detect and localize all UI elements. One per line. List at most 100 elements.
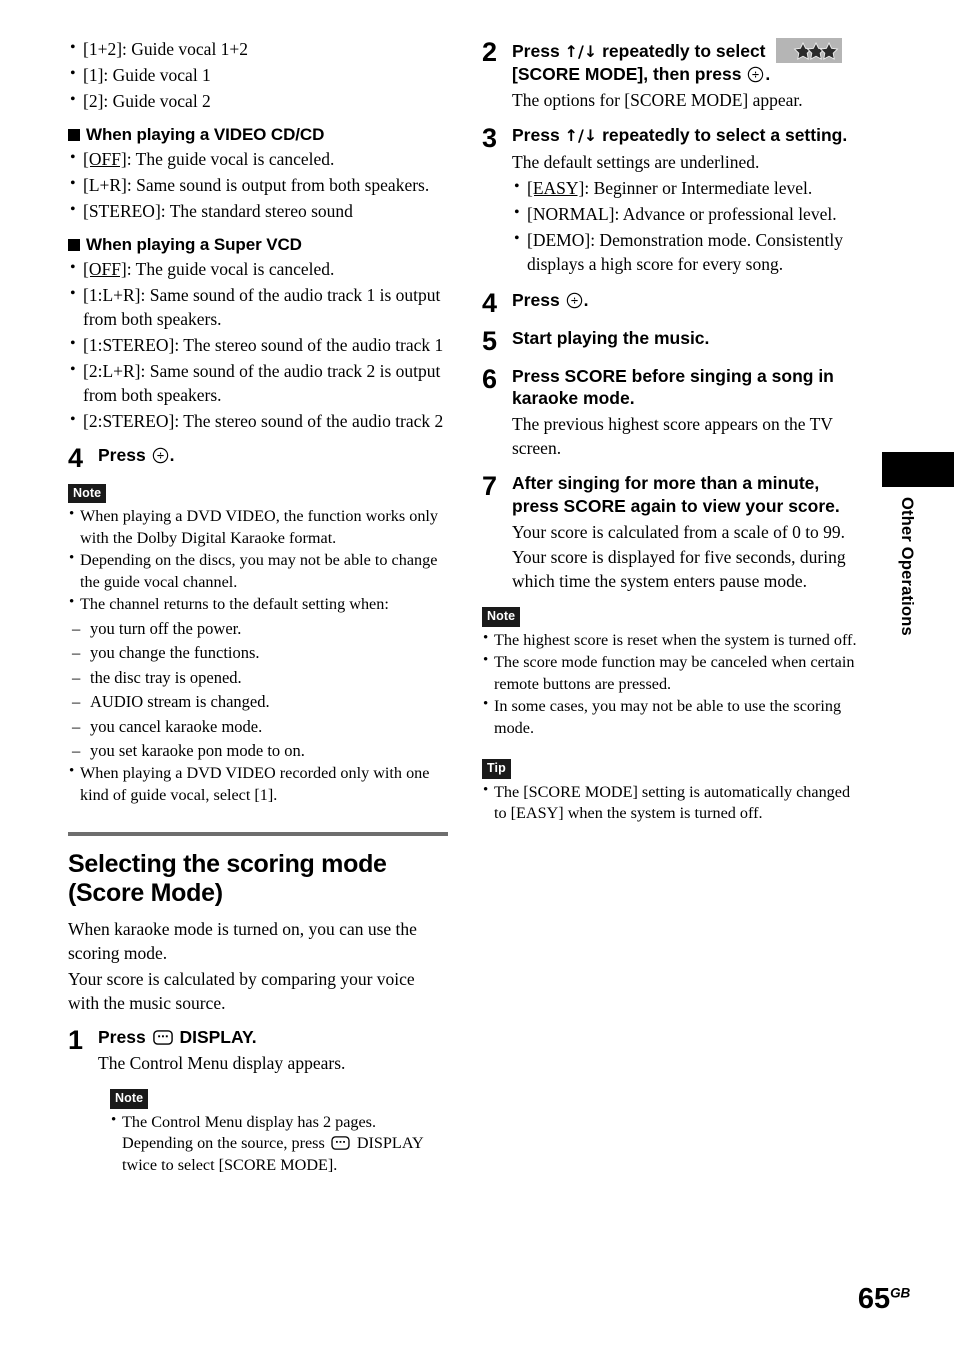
step-title-text: Press [512,41,560,61]
step-title-text: Press [98,444,146,465]
note-sub-items-list: you turn off the power. you change the f… [68,617,448,763]
intro-paragraph-2: Your score is calculated by comparing yo… [68,968,415,1013]
tip-badge: Tip [482,759,511,779]
step-4-right: 4 Press . [482,289,864,317]
step-title-suffix: . [765,64,771,84]
list-item: [1+2]: Guide vocal 1+2 [68,37,448,62]
note-badge: Note [110,1089,149,1109]
left-column: [1+2]: Guide vocal 1+2 [1]: Guide vocal … [68,37,448,1177]
step-5: 5 Start playing the music. [482,327,864,355]
section-divider [68,832,448,837]
note-items-list-tail: When playing a DVD VIDEO recorded only w… [68,762,448,806]
list-item: The highest score is reset when the syst… [482,629,864,652]
step-description: Your score is calculated from a scale of… [512,522,846,592]
step-4-left: 4 Press . [68,444,448,472]
list-item: [DEMO]: Demonstration mode. Consistently… [512,228,864,277]
step-title: Start playing the music. [512,327,710,348]
option-key: [1:STEREO] [83,334,175,355]
step-description: The Control Menu display appears. [98,1053,346,1074]
enter-button-icon [566,292,583,309]
list-item: you cancel karaoke mode. [68,715,448,739]
step-title-suffix: DISPLAY. [179,1026,257,1047]
list-item: [STEREO]: The standard stereo sound [68,199,448,224]
step-number: 4 [482,287,498,318]
step-6: 6 Press SCORE before singing a song in k… [482,365,864,463]
subheading-super-vcd: When playing a Super VCD [68,235,448,255]
up-down-arrows-icon: ↑/↓ [564,126,598,146]
list-item: [1:L+R]: Same sound of the audio track 1… [68,283,448,332]
option-text: : Advance or professional level. [614,203,837,224]
subheading-video-cd: When playing a VIDEO CD/CD [68,125,448,145]
step-description: The default settings are underlined. [EA… [512,151,864,277]
option-text: : The standard stereo sound [160,200,353,221]
step-title: Press ↑/↓ repeatedly to select [SCORE MO… [512,38,864,85]
step-number: 5 [482,325,498,356]
list-item: AUDIO stream is changed. [68,690,448,714]
option-text: : The guide vocal is canceled. [126,258,335,279]
step-title: Press DISPLAY. [98,1026,448,1048]
page-number: 65GB [858,1285,910,1314]
black-square-bullet-icon [68,238,80,251]
step-number: 1 [68,1024,84,1055]
score-mode-stars-icon [776,38,843,63]
note-block-guide-vocal: Note When playing a DVD VIDEO, the funct… [68,483,448,807]
option-text: : Same sound is output from both speaker… [126,174,430,195]
option-key: [DEMO] [527,229,591,250]
list-item: Depending on the discs, you may not be a… [68,549,448,593]
enter-button-icon [152,447,169,464]
option-key: [2:L+R] [83,360,141,381]
list-item: In some cases, you may not be able to us… [482,695,864,739]
option-key: [OFF] [83,258,127,279]
option-text: : The stereo sound of the audio track 1 [174,334,444,355]
list-item: When playing a DVD VIDEO recorded only w… [68,762,448,806]
step-title-text: Press [98,1026,146,1047]
note-block-score-mode: Note The highest score is reset when the… [482,607,864,739]
option-key: [1:L+R] [83,284,141,305]
note-badge: Note [482,607,521,627]
option-key: [EASY] [527,177,585,198]
black-square-bullet-icon [68,128,80,141]
option-key: [NORMAL] [527,203,615,224]
list-item: [2:L+R]: Same sound of the audio track 2… [68,359,448,408]
note-items-list: The Control Menu display has 2 pages. De… [110,1111,448,1177]
step-number: 7 [482,471,498,502]
list-item: you turn off the power. [68,617,448,641]
tip-block: Tip The [SCORE MODE] setting is automati… [482,759,864,825]
svcd-options-list: [OFF]: The guide vocal is canceled. [1:L… [68,257,448,434]
option-key: [OFF] [83,148,127,169]
list-item: [1:STEREO]: The stereo sound of the audi… [68,333,448,358]
page-title-line1: Selecting the scoring mode [68,850,387,879]
list-item: The channel returns to the default setti… [68,593,448,616]
list-item: [2]: Guide vocal 2 [68,89,448,114]
option-text: : The stereo sound of the audio track 2 [174,410,444,431]
step-number: 4 [68,442,84,473]
option-key: [2:STEREO] [83,410,175,431]
note-items-list: The highest score is reset when the syst… [482,629,864,740]
list-item: the disc tray is opened. [68,666,448,690]
enter-button-icon [747,66,764,83]
note-badge: Note [68,483,107,504]
step-3: 3 Press ↑/↓ repeatedly to select a setti… [482,124,864,278]
list-item: [OFF]: The guide vocal is canceled. [68,257,448,282]
step-title-text: Press [512,125,560,146]
subheading-label: When playing a VIDEO CD/CD [86,124,325,144]
step-number: 6 [482,363,498,394]
option-text: : The guide vocal is canceled. [126,148,335,169]
step-1: 1 Press DISPLAY. The Control Menu displa… [68,1026,448,1077]
step-title-text2: repeatedly to select [602,41,766,61]
page-number-value: 65 [857,1283,891,1315]
step-title: Press . [98,444,448,466]
step-title: Press SCORE before singing a song in kar… [512,365,834,409]
page-number-suffix: GB [890,1285,910,1301]
step-2: 2 Press ↑/↓ repeatedly to select [SCORE … [482,38,864,114]
chapter-tab-label: Other Operations [898,497,916,636]
list-item: [NORMAL]: Advance or professional level. [512,202,864,227]
option-key: [L+R] [83,174,127,195]
list-item: [EASY]: Beginner or Intermediate level. [512,176,864,201]
list-item: [2:STEREO]: The stereo sound of the audi… [68,409,448,434]
list-item: [1]: Guide vocal 1 [68,63,448,88]
step-title-text2: repeatedly to select a setting. [602,125,848,146]
list-item: The [SCORE MODE] setting is automaticall… [482,781,864,825]
display-button-icon [152,1028,173,1045]
videocd-options-list: [OFF]: The guide vocal is canceled. [L+R… [68,147,448,224]
